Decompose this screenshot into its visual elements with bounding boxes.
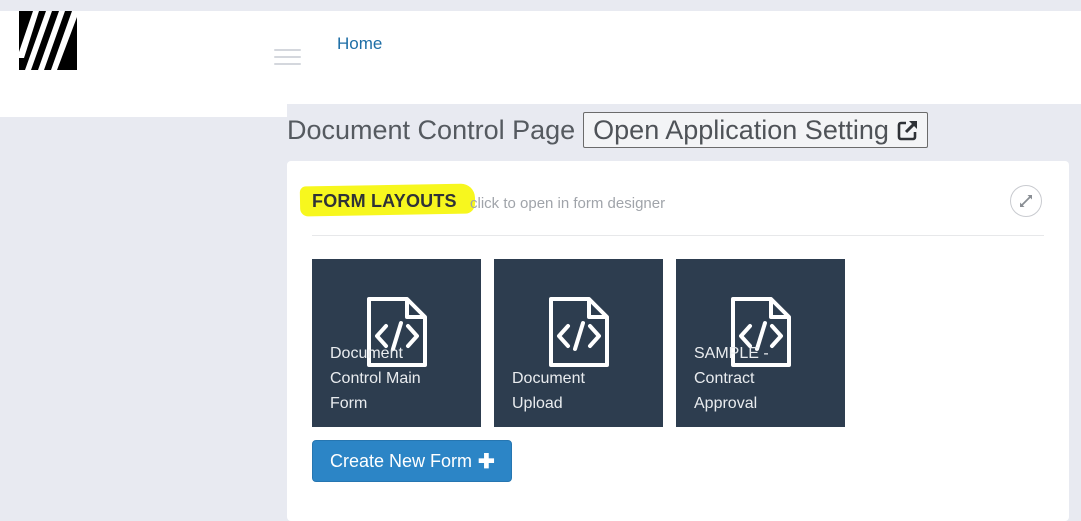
top-strip (0, 0, 1081, 11)
panel-header: FORM LAYOUTS click to open in form desig… (299, 181, 1044, 236)
section-subtitle: click to open in form designer (470, 195, 666, 212)
sidebar (0, 104, 287, 117)
header (0, 11, 1081, 104)
open-application-setting-label: Open Application Setting (593, 114, 889, 145)
hamburger-menu-icon[interactable] (274, 49, 301, 67)
form-tile[interactable]: SAMPLE - Contract Approval (676, 259, 845, 427)
expand-icon (1020, 195, 1032, 207)
create-new-form-button[interactable]: Create New Form ✚ (312, 440, 512, 482)
page-title: Document Control Page (287, 114, 576, 145)
form-tile-label: Document Control Main Form (330, 345, 421, 412)
form-tile[interactable]: Document Control Main Form (312, 259, 481, 427)
section-title: FORM LAYOUTS (312, 191, 457, 211)
form-tiles: Document Control Main Form Document Uplo… (312, 259, 845, 427)
form-layouts-panel: FORM LAYOUTS click to open in form desig… (287, 161, 1069, 521)
nav-home-link[interactable]: Home (337, 34, 382, 54)
external-link-icon (897, 120, 917, 141)
page-title-row: Document Control Page Open Application S… (287, 111, 928, 149)
open-application-setting-button[interactable]: Open Application Setting (583, 112, 928, 148)
logo-mark (19, 11, 77, 70)
form-tile[interactable]: Document Upload (494, 259, 663, 427)
plus-icon: ✚ (478, 450, 495, 473)
create-new-form-label: Create New Form (330, 450, 473, 471)
logo[interactable] (19, 11, 77, 70)
form-tile-label: SAMPLE - Contract Approval (694, 345, 769, 412)
file-code-icon (549, 297, 609, 367)
form-tile-label: Document Upload (512, 370, 585, 412)
expand-button[interactable] (1010, 185, 1042, 217)
